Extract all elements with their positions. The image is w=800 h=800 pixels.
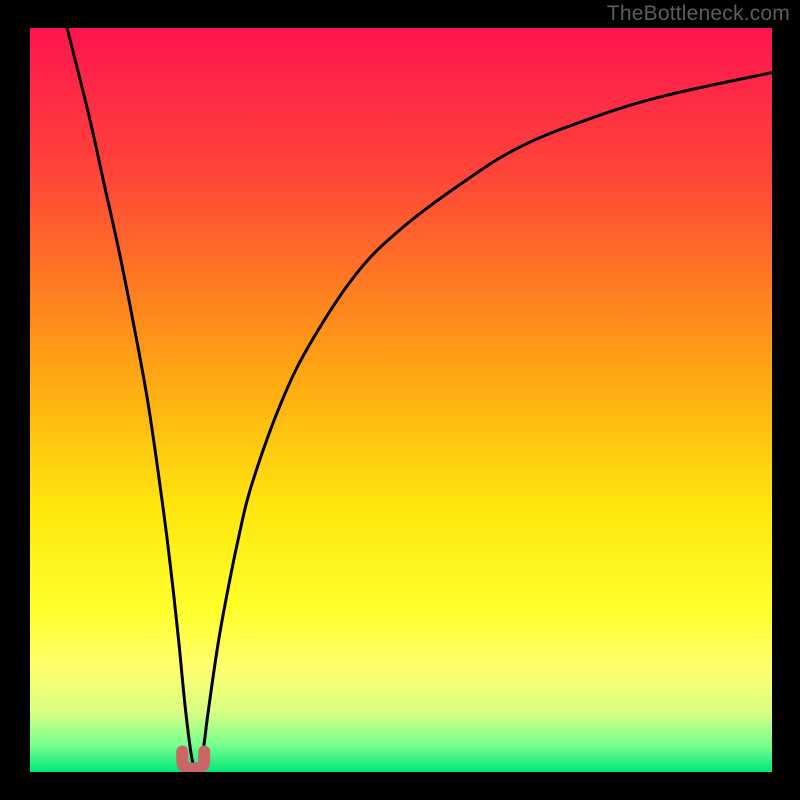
- chart-frame: TheBottleneck.com: [0, 0, 800, 800]
- curve-layer: [30, 28, 772, 772]
- watermark-text: TheBottleneck.com: [607, 2, 790, 26]
- bottleneck-curve: [67, 28, 772, 772]
- plot-area: [30, 28, 772, 772]
